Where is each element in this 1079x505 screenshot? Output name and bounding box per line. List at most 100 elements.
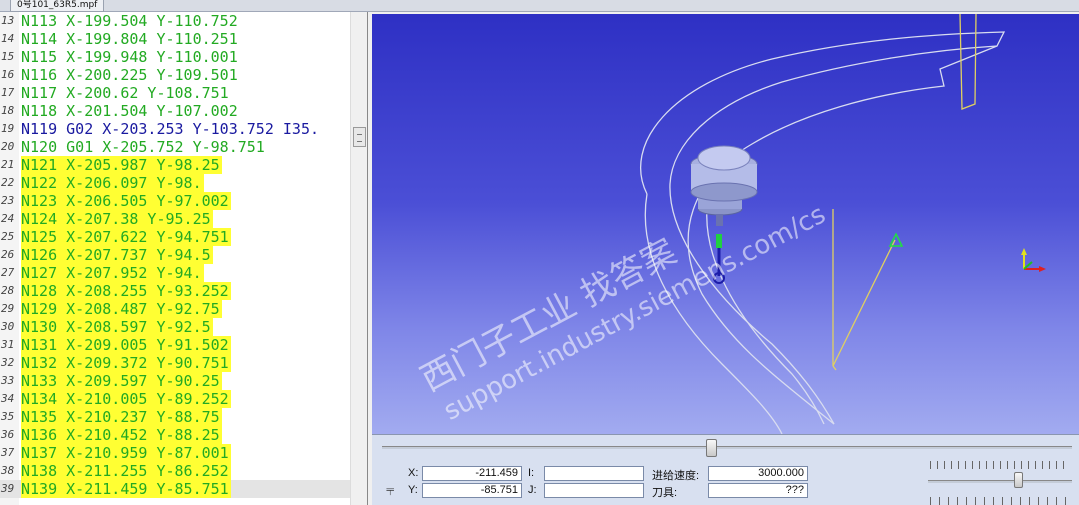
code-text: N119 G02 X-203.253 Y-103.752 I35. bbox=[21, 120, 320, 138]
line-number: 28 bbox=[1, 284, 15, 297]
line-number: 30 bbox=[1, 320, 15, 333]
line-number: 27 bbox=[1, 266, 15, 279]
code-line[interactable]: 13 N113 X-199.504 Y-110.752 bbox=[0, 12, 350, 30]
code-line[interactable]: 16 N116 X-200.225 Y-109.501 bbox=[0, 66, 350, 84]
code-text: N131 X-209.005 Y-91.502 bbox=[21, 336, 231, 354]
code-line[interactable]: 25 N125 X-207.622 Y-94.751 bbox=[0, 228, 350, 246]
code-line[interactable]: 29 N129 X-208.487 Y-92.75 bbox=[0, 300, 350, 318]
code-text: N137 X-210.959 Y-87.001 bbox=[21, 444, 231, 462]
code-line[interactable]: 14 N114 X-199.804 Y-110.251 bbox=[0, 30, 350, 48]
code-line[interactable]: 19 N119 G02 X-203.253 Y-103.752 I35. bbox=[0, 120, 350, 138]
line-number: 20 bbox=[1, 140, 15, 153]
line-number: 14 bbox=[1, 32, 15, 45]
feed-value-field: 3000.000 bbox=[708, 466, 808, 481]
progress-slider-track[interactable] bbox=[382, 446, 1072, 449]
code-line[interactable]: 39 N139 X-211.459 Y-85.751 bbox=[0, 480, 350, 498]
editor-scrollbar[interactable] bbox=[350, 12, 367, 505]
code-line[interactable]: 21 N121 X-205.987 Y-98.25 bbox=[0, 156, 350, 174]
line-number: 22 bbox=[1, 176, 15, 189]
simulation-3d-view[interactable]: 西门子工业 找答案 support.industry.siemens.com/c… bbox=[372, 14, 1079, 434]
code-line[interactable]: 22 N122 X-206.097 Y-98. bbox=[0, 174, 350, 192]
x-value-field: -211.459 bbox=[422, 466, 522, 481]
code-line[interactable]: 23 N123 X-206.505 Y-97.002 bbox=[0, 192, 350, 210]
code-text: N114 X-199.804 Y-110.251 bbox=[21, 30, 238, 48]
nc-program-editor[interactable]: 13 N113 X-199.504 Y-110.752 14 N114 X-199.8… bbox=[0, 12, 368, 505]
line-number: 39 bbox=[1, 482, 15, 495]
code-text: N123 X-206.505 Y-97.002 bbox=[21, 192, 231, 210]
tool-holder-icon: ⫧ bbox=[386, 481, 395, 499]
speed-scale-ticks-lower bbox=[930, 497, 1070, 505]
tool-label: 刀具: bbox=[652, 487, 678, 499]
code-text: N116 X-200.225 Y-109.501 bbox=[21, 66, 238, 84]
code-line[interactable]: 24 N124 X-207.38 Y-95.25 bbox=[0, 210, 350, 228]
y-value-field: -85.751 bbox=[422, 483, 522, 498]
code-text: N113 X-199.504 Y-110.752 bbox=[21, 12, 238, 30]
i-value-field bbox=[544, 466, 644, 481]
code-text: N139 X-211.459 Y-85.751 bbox=[21, 480, 231, 498]
code-line[interactable]: 15 N115 X-199.948 Y-110.001 bbox=[0, 48, 350, 66]
code-text: N118 X-201.504 Y-107.002 bbox=[21, 102, 238, 120]
code-text: N136 X-210.452 Y-88.25 bbox=[21, 426, 222, 444]
code-text: N127 X-207.952 Y-94. bbox=[21, 264, 204, 282]
j-value-field bbox=[544, 483, 644, 498]
code-text: N121 X-205.987 Y-98.25 bbox=[21, 156, 222, 174]
progress-slider-thumb[interactable] bbox=[706, 439, 717, 457]
code-line[interactable]: 18 N118 X-201.504 Y-107.002 bbox=[0, 102, 350, 120]
toolpath-graphics: 西门子工业 找答案 support.industry.siemens.com/c… bbox=[414, 14, 1046, 434]
line-number: 35 bbox=[1, 410, 15, 423]
line-number: 29 bbox=[1, 302, 15, 315]
line-number: 21 bbox=[1, 158, 15, 171]
code-line[interactable]: 37 N137 X-210.959 Y-87.001 bbox=[0, 444, 350, 462]
code-line[interactable]: 20 N120 G01 X-205.752 Y-98.751 bbox=[0, 138, 350, 156]
line-number: 26 bbox=[1, 248, 15, 261]
line-number: 38 bbox=[1, 464, 15, 477]
line-number: 25 bbox=[1, 230, 15, 243]
code-line[interactable]: 26 N126 X-207.737 Y-94.5 bbox=[0, 246, 350, 264]
axis-triad-icon bbox=[1021, 248, 1046, 272]
file-tab[interactable]: 0号101_63R5.mpf bbox=[10, 0, 105, 12]
code-line[interactable]: 30 N130 X-208.597 Y-92.5 bbox=[0, 318, 350, 336]
code-text: N120 G01 X-205.752 Y-98.751 bbox=[21, 138, 265, 156]
code-line[interactable]: 36 N136 X-210.452 Y-88.25 bbox=[0, 426, 350, 444]
code-text: N132 X-209.372 Y-90.751 bbox=[21, 354, 231, 372]
line-number: 33 bbox=[1, 374, 15, 387]
line-number: 24 bbox=[1, 212, 15, 225]
line-number: 16 bbox=[1, 68, 15, 81]
speed-slider-track[interactable] bbox=[928, 480, 1072, 483]
code-text: N135 X-210.237 Y-88.75 bbox=[21, 408, 222, 426]
code-text: N133 X-209.597 Y-90.25 bbox=[21, 372, 222, 390]
scrollbar-thumb[interactable] bbox=[353, 127, 366, 147]
line-number: 36 bbox=[1, 428, 15, 441]
line-number: 23 bbox=[1, 194, 15, 207]
x-label: X: bbox=[408, 467, 419, 479]
line-number: 34 bbox=[1, 392, 15, 405]
code-line[interactable]: 33 N133 X-209.597 Y-90.25 bbox=[0, 372, 350, 390]
speed-scale-ticks bbox=[930, 461, 1070, 469]
code-line[interactable]: 35 N135 X-210.237 Y-88.75 bbox=[0, 408, 350, 426]
code-text: N122 X-206.097 Y-98. bbox=[21, 174, 204, 192]
code-line[interactable]: 17 N117 X-200.62 Y-108.751 bbox=[0, 84, 350, 102]
line-number: 19 bbox=[1, 122, 15, 135]
code-text: N130 X-208.597 Y-92.5 bbox=[21, 318, 213, 336]
speed-slider-thumb[interactable] bbox=[1014, 472, 1023, 488]
code-text: N125 X-207.622 Y-94.751 bbox=[21, 228, 231, 246]
code-text: N129 X-208.487 Y-92.75 bbox=[21, 300, 222, 318]
code-text: N117 X-200.62 Y-108.751 bbox=[21, 84, 229, 102]
code-text: N115 X-199.948 Y-110.001 bbox=[21, 48, 238, 66]
code-line[interactable]: 27 N127 X-207.952 Y-94. bbox=[0, 264, 350, 282]
code-line[interactable]: 34 N134 X-210.005 Y-89.252 bbox=[0, 390, 350, 408]
code-line[interactable]: 38 N138 X-211.255 Y-86.252 bbox=[0, 462, 350, 480]
file-tab-bar: 0号101_63R5.mpf bbox=[0, 0, 1079, 12]
simulation-control-panel: ⫧ X: -211.459 I: 进给速度: 3000.000 Y: -85.7… bbox=[372, 434, 1079, 505]
line-number: 32 bbox=[1, 356, 15, 369]
tool-value-field: ??? bbox=[708, 483, 808, 498]
code-line[interactable]: 31 N131 X-209.005 Y-91.502 bbox=[0, 336, 350, 354]
line-number: 37 bbox=[1, 446, 15, 459]
j-label: J: bbox=[528, 484, 537, 496]
code-text: N134 X-210.005 Y-89.252 bbox=[21, 390, 231, 408]
line-number: 13 bbox=[1, 14, 15, 27]
code-text: N126 X-207.737 Y-94.5 bbox=[21, 246, 213, 264]
code-line[interactable]: 32 N132 X-209.372 Y-90.751 bbox=[0, 354, 350, 372]
code-line[interactable]: 28 N128 X-208.255 Y-93.252 bbox=[0, 282, 350, 300]
line-number: 15 bbox=[1, 50, 15, 63]
